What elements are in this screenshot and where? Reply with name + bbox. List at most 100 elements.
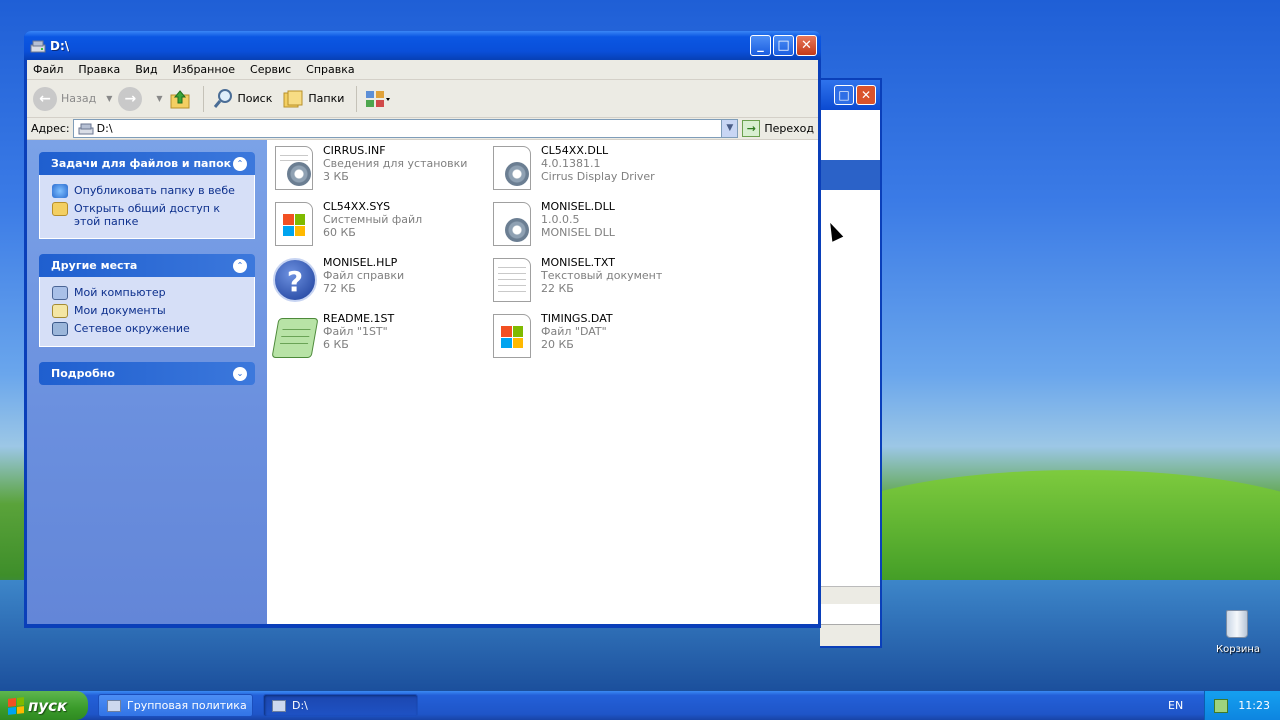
place-my-documents[interactable]: Мои документы: [52, 304, 244, 318]
folder-up-icon: [170, 89, 190, 108]
start-label: пуск: [28, 696, 68, 715]
file-size: 22 КБ: [541, 282, 574, 295]
forward-dropdown-icon[interactable]: ▼: [156, 94, 162, 103]
help-file-icon: ?: [271, 256, 317, 304]
taskbar-item-drive-d[interactable]: D:\: [263, 694, 418, 717]
file-item[interactable]: CL54XX.DLL 4.0.1381.1 Cirrus Display Dri…: [489, 144, 699, 194]
menu-help[interactable]: Справка: [306, 63, 354, 76]
place-network[interactable]: Сетевое окружение: [52, 322, 244, 336]
menu-view[interactable]: Вид: [135, 63, 157, 76]
recycle-bin-label: Корзина: [1216, 644, 1261, 655]
other-places-header[interactable]: Другие места ⌃: [39, 254, 255, 277]
back-dropdown-icon[interactable]: ▼: [106, 94, 112, 103]
file-tasks-title: Задачи для файлов и папок: [51, 157, 232, 170]
back-button[interactable]: ← Назад: [33, 86, 97, 111]
clock[interactable]: 11:23: [1238, 699, 1270, 712]
file-size: 3 КБ: [323, 170, 349, 183]
maximize-button[interactable]: □: [773, 35, 794, 56]
forward-button[interactable]: →: [118, 86, 146, 111]
place-my-computer[interactable]: Мой компьютер: [52, 286, 244, 300]
menu-bar: Файл Правка Вид Избранное Сервис Справка: [27, 60, 818, 80]
titlebar[interactable]: D:\ _ □ ✕: [24, 31, 821, 60]
folders-button[interactable]: Папки: [282, 88, 344, 110]
recycle-bin-icon: [1226, 610, 1248, 638]
file-tasks-panel: Задачи для файлов и папок ⌃ Опубликовать…: [39, 152, 255, 239]
details-header[interactable]: Подробно ⌄: [39, 362, 255, 385]
windows-flag-icon: [8, 696, 24, 715]
details-title: Подробно: [51, 367, 115, 380]
tray-network-icon[interactable]: [1214, 698, 1229, 713]
expand-chevron-icon[interactable]: ⌄: [233, 366, 247, 381]
file-size: 72 КБ: [323, 282, 356, 295]
file-name: TIMINGS.DAT: [541, 312, 613, 325]
views-icon: [366, 90, 391, 107]
background-window-header: [820, 160, 880, 190]
drive-icon: [30, 40, 46, 52]
collapse-chevron-icon[interactable]: ⌃: [233, 156, 247, 171]
computer-icon: [52, 286, 68, 300]
folders-label: Папки: [308, 92, 345, 105]
file-list: CIRRUS.INF Сведения для установки 3 КБ C…: [267, 140, 818, 624]
bg-maximize-button[interactable]: □: [834, 85, 854, 105]
file-version: 1.0.0.5: [541, 213, 580, 226]
file-item[interactable]: CIRRUS.INF Сведения для установки 3 КБ: [271, 144, 481, 194]
forward-arrow-icon: →: [118, 86, 143, 111]
address-input[interactable]: D:\ ▼: [72, 119, 739, 138]
search-icon: [213, 88, 232, 108]
file-item[interactable]: CL54XX.SYS Системный файл 60 КБ: [271, 200, 481, 250]
other-places-body: Мой компьютер Мои документы Сетевое окру…: [39, 277, 255, 347]
back-arrow-icon: ←: [33, 86, 57, 111]
place-label: Сетевое окружение: [74, 322, 190, 335]
close-button[interactable]: ✕: [796, 35, 817, 56]
menu-file[interactable]: Файл: [33, 63, 63, 76]
toolbar: ← Назад ▼ → ▼ Поиск Папки: [27, 80, 818, 118]
address-dropdown-icon[interactable]: ▼: [721, 120, 738, 137]
place-label: Мой компьютер: [74, 286, 166, 299]
details-panel: Подробно ⌄: [39, 362, 255, 385]
go-button[interactable]: → Переход: [742, 120, 814, 137]
menu-favorites[interactable]: Избранное: [173, 63, 235, 76]
task-share-folder[interactable]: Открыть общий доступ к этой папке: [52, 202, 244, 228]
file-type: Файл справки: [323, 269, 405, 282]
minimize-button[interactable]: _: [750, 35, 771, 56]
up-button[interactable]: [169, 88, 191, 110]
background-window[interactable]: □ ✕: [820, 78, 882, 648]
taskbar-item-group-policy[interactable]: Групповая политика: [98, 694, 253, 717]
system-file-icon: [271, 200, 317, 248]
explorer-window: D:\ _ □ ✕ Файл Правка Вид Избранное Серв…: [24, 31, 821, 628]
file-item[interactable]: MONISEL.DLL 1.0.0.5 MONISEL DLL: [489, 200, 699, 250]
taskbar-item-label: Групповая политика: [127, 699, 247, 712]
folders-icon: [283, 90, 303, 107]
toolbar-separator: [202, 85, 204, 112]
language-indicator[interactable]: EN: [1168, 691, 1183, 720]
text-document-icon: [489, 256, 535, 304]
background-window-scrollbar[interactable]: [820, 586, 880, 604]
taskbar-item-label: D:\: [292, 699, 308, 712]
file-name: MONISEL.TXT: [541, 256, 615, 269]
other-places-title: Другие места: [51, 259, 138, 272]
file-size: 6 КБ: [323, 338, 349, 351]
bg-close-button[interactable]: ✕: [856, 85, 876, 105]
views-button[interactable]: [365, 88, 391, 110]
menu-edit[interactable]: Правка: [78, 63, 120, 76]
search-button[interactable]: Поиск: [212, 88, 272, 110]
recycle-bin[interactable]: Корзина: [1216, 610, 1261, 655]
documents-icon: [52, 304, 68, 318]
file-item[interactable]: MONISEL.TXT Текстовый документ 22 КБ: [489, 256, 699, 306]
file-tasks-header[interactable]: Задачи для файлов и папок ⌃: [39, 152, 255, 175]
toolbar-separator: [356, 85, 358, 112]
file-item[interactable]: ? MONISEL.HLP Файл справки 72 КБ: [271, 256, 481, 306]
task-publish-web[interactable]: Опубликовать папку в вебе: [52, 184, 244, 198]
menu-tools[interactable]: Сервис: [250, 63, 291, 76]
file-item[interactable]: TIMINGS.DAT Файл "DAT" 20 КБ: [489, 312, 699, 362]
task-label: Опубликовать папку в вебе: [74, 184, 235, 197]
start-button[interactable]: пуск: [0, 691, 88, 720]
globe-icon: [52, 184, 68, 198]
back-label: Назад: [61, 92, 97, 105]
file-size: 20 КБ: [541, 338, 574, 351]
system-tray: 11:23: [1204, 691, 1280, 720]
inf-settings-icon: [271, 144, 317, 192]
collapse-chevron-icon[interactable]: ⌃: [233, 258, 247, 273]
file-item[interactable]: README.1ST Файл "1ST" 6 КБ: [271, 312, 481, 362]
notepad-file-icon: [271, 312, 319, 360]
